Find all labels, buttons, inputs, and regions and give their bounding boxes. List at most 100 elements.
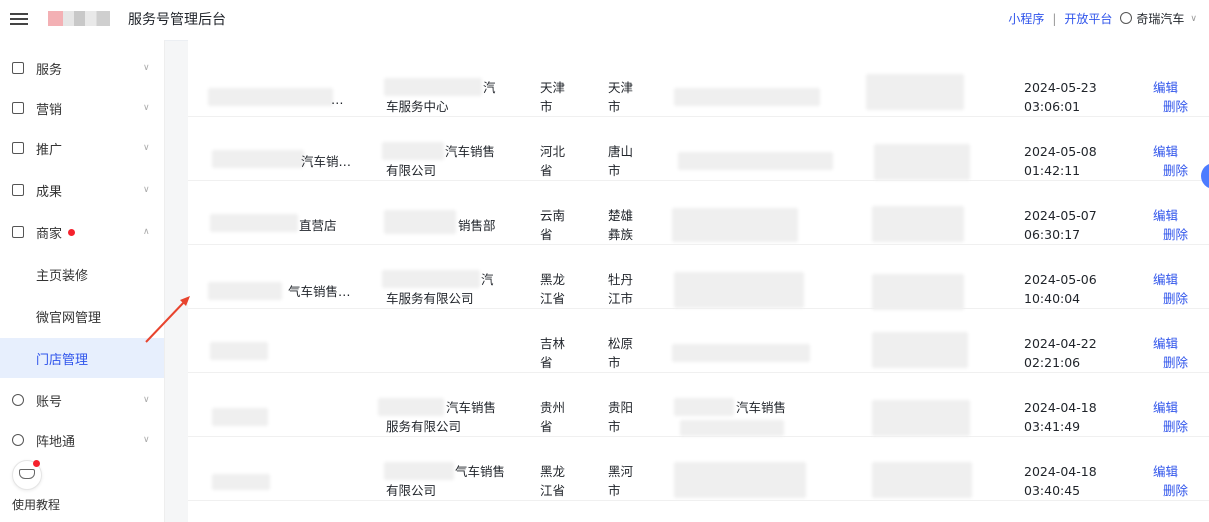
edit-button[interactable]: 编辑 [1153, 206, 1178, 225]
company-line-2: 有限公司 [386, 163, 437, 178]
sidebar-item-marketing[interactable]: 营销 ∨ [0, 88, 164, 128]
chevron-up-icon: ∧ [143, 227, 150, 237]
table-row: 气车销售 有限公司 黑龙 江省 黑河 市 2024-04-18 03:40:45… [188, 436, 1209, 501]
sidebar-item-results[interactable]: 成果 ∨ [0, 170, 164, 210]
open-platform-link[interactable]: 开放平台 [1064, 10, 1112, 27]
table-row: 汽车销… 汽车销售 有限公司 河北 省 唐山 市 2024-05-08 01:4… [188, 116, 1209, 181]
chevron-down-icon: ∨ [143, 63, 150, 73]
delete-button[interactable]: 删除 [1163, 481, 1188, 500]
sidebar-subitem-homepage-decoration[interactable]: 主页装修 [0, 254, 164, 294]
chevron-down-icon: ∨ [143, 395, 150, 405]
province-line-1: 云南 [540, 208, 566, 223]
notification-dot [68, 228, 75, 236]
chevron-down-icon: ∨ [143, 143, 150, 153]
partial-row-top [188, 40, 1209, 48]
city-line-1: 楚雄 [608, 208, 634, 223]
city-line-1: 松原 [608, 336, 634, 351]
edit-button[interactable]: 编辑 [1153, 398, 1178, 417]
delete-button[interactable]: 删除 [1163, 289, 1188, 308]
sidebar-item-merchant[interactable]: 商家 ∧ [0, 212, 164, 252]
city-line-2: 市 [608, 99, 621, 114]
delete-button[interactable]: 删除 [1163, 97, 1188, 116]
app-title: 服务号管理后台 [128, 12, 226, 28]
company-line-1: 汽车销售 [446, 400, 497, 415]
created-date: 2024-04-18 [1024, 464, 1097, 479]
province-line-1: 河北 [540, 144, 566, 159]
company-line-2: 有限公司 [386, 483, 437, 498]
menu-collapse-icon[interactable] [10, 10, 28, 26]
delete-button[interactable]: 删除 [1163, 161, 1188, 180]
chevron-down-icon[interactable]: ∨ [1190, 14, 1197, 24]
edit-button[interactable]: 编辑 [1153, 78, 1178, 97]
company-line-1: 销售部 [458, 218, 496, 233]
edit-button[interactable]: 编辑 [1153, 270, 1178, 289]
province-line-1: 天津 [540, 80, 566, 95]
delete-button[interactable]: 删除 [1163, 353, 1188, 372]
city-line-2: 市 [608, 483, 621, 498]
store-table: … 汽 车服务中心 天津 市 天津 市 2024-05-23 03:06:01 … [188, 40, 1209, 522]
account-icon [12, 394, 24, 406]
sidebar-item-label: 商家 [36, 226, 63, 242]
city-line-1: 天津 [608, 80, 634, 95]
company-line-1: 汽 [481, 272, 494, 287]
sidebar-item-account[interactable]: 账号 ∨ [0, 380, 164, 420]
city-line-1: 牡丹 [608, 272, 634, 287]
city-line-2: 市 [608, 355, 621, 370]
created-date: 2024-05-08 [1024, 144, 1097, 159]
company-line-1: 汽车销售 [445, 144, 496, 159]
sidebar-item-label: 成果 [36, 184, 63, 200]
notification-dot [33, 460, 40, 467]
province-line-2: 江省 [540, 291, 566, 306]
created-time: 03:41:49 [1024, 419, 1081, 434]
tutorial-label[interactable]: 使用教程 [12, 496, 60, 513]
edit-button[interactable]: 编辑 [1153, 334, 1178, 353]
sidebar-item-label: 推广 [36, 142, 63, 158]
chevron-down-icon: ∨ [143, 185, 150, 195]
table-row: 直营店 销售部 云南 省 楚雄 彝族 2024-05-07 06:30:17 编… [188, 180, 1209, 245]
created-date: 2024-05-07 [1024, 208, 1097, 223]
delete-button[interactable]: 删除 [1163, 417, 1188, 436]
created-time: 03:40:45 [1024, 483, 1081, 498]
province-line-2: 市 [540, 99, 553, 114]
chevron-down-icon: ∨ [143, 103, 150, 113]
store-name: 气车销售… [288, 284, 351, 299]
province-line-1: 黑龙 [540, 464, 566, 479]
address: 汽车销售 [736, 400, 787, 415]
city-line-2: 彝族 [608, 227, 634, 242]
province-line-2: 江省 [540, 483, 566, 498]
created-time: 06:30:17 [1024, 227, 1081, 242]
province-line-2: 省 [540, 163, 553, 178]
province-line-2: 省 [540, 419, 553, 434]
city-line-2: 市 [608, 419, 621, 434]
company-line-2: 车服务有限公司 [386, 291, 474, 306]
sidebar-item-promotion[interactable]: 推广 ∨ [0, 128, 164, 168]
mini-program-link[interactable]: 小程序 [1008, 10, 1044, 27]
grid-icon [12, 102, 24, 114]
city-line-1: 黑河 [608, 464, 634, 479]
created-date: 2024-05-23 [1024, 80, 1097, 95]
sidebar-subitem-label: 主页装修 [36, 268, 89, 284]
sidebar-item-position[interactable]: 阵地通 ∨ [0, 420, 164, 460]
edit-button[interactable]: 编辑 [1153, 142, 1178, 161]
sidebar-subitem-label: 微官网管理 [36, 310, 102, 326]
sidebar-item-service[interactable]: 服务 ∨ [0, 48, 164, 88]
service-icon [12, 62, 24, 74]
sidebar-item-label: 账号 [36, 394, 63, 410]
created-date: 2024-04-22 [1024, 336, 1097, 351]
edit-button[interactable]: 编辑 [1153, 462, 1178, 481]
province-line-1: 吉林 [540, 336, 566, 351]
sidebar-subitem-label: 门店管理 [36, 352, 89, 368]
sidebar-item-label: 营销 [36, 102, 63, 118]
company-line-2: 服务有限公司 [386, 419, 462, 434]
delete-button[interactable]: 删除 [1163, 225, 1188, 244]
user-name[interactable]: 奇瑞汽车 [1136, 10, 1184, 27]
province-line-2: 省 [540, 355, 553, 370]
sidebar-item-label: 阵地通 [36, 434, 76, 450]
created-time: 01:42:11 [1024, 163, 1081, 178]
company-line-1: 汽 [483, 80, 496, 95]
created-time: 03:06:01 [1024, 99, 1081, 114]
table-row: 汽车销售 服务有限公司 贵州 省 贵阳 市 汽车销售 2024-04-18 03… [188, 372, 1209, 437]
created-date: 2024-04-18 [1024, 400, 1097, 415]
sidebar: 服务 ∨ 营销 ∨ 推广 ∨ 成果 ∨ 商家 ∧ 主页装修 微官网管理 门店管理… [0, 40, 165, 522]
city-line-1: 唐山 [608, 144, 634, 159]
